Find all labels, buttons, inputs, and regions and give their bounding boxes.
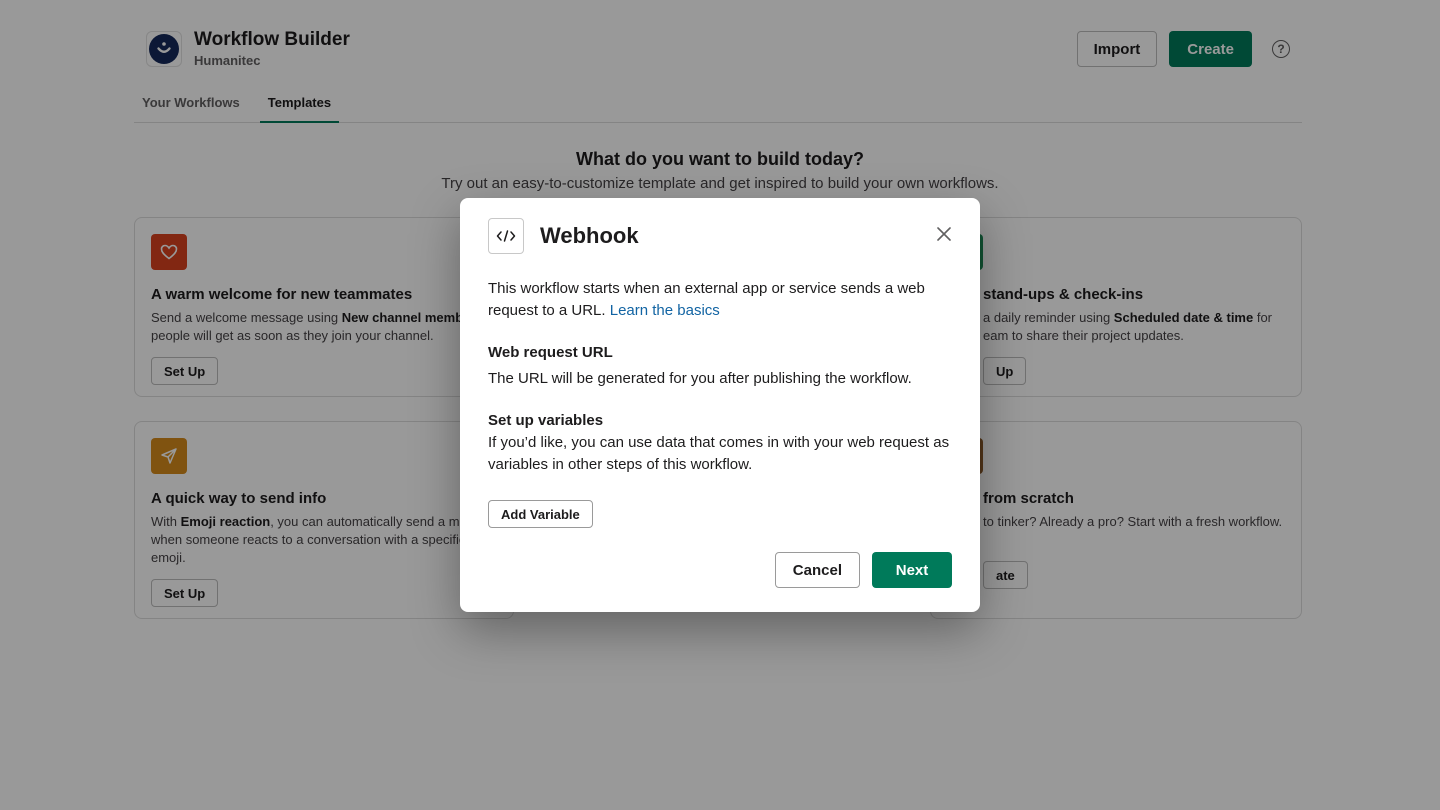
code-icon bbox=[488, 218, 524, 254]
cancel-button[interactable]: Cancel bbox=[774, 552, 860, 588]
modal-footer: Cancel Next bbox=[774, 552, 952, 588]
url-section-text: The URL will be generated for you after … bbox=[488, 370, 912, 387]
add-variable-button[interactable]: Add Variable bbox=[488, 500, 593, 528]
next-button[interactable]: Next bbox=[872, 552, 952, 588]
variables-section-text: If you’d like, you can use data that com… bbox=[488, 434, 950, 473]
variables-section-heading: Set up variables bbox=[488, 412, 604, 429]
learn-the-basics-link[interactable]: Learn the basics bbox=[610, 302, 720, 319]
webhook-modal: Webhook This workflow starts when an ext… bbox=[460, 198, 980, 612]
modal-title: Webhook bbox=[540, 223, 639, 248]
close-icon[interactable] bbox=[934, 224, 954, 244]
intro-text: This workflow starts when an external ap… bbox=[488, 280, 925, 319]
url-section-heading: Web request URL bbox=[488, 344, 613, 361]
modal-body: This workflow starts when an external ap… bbox=[488, 278, 952, 528]
